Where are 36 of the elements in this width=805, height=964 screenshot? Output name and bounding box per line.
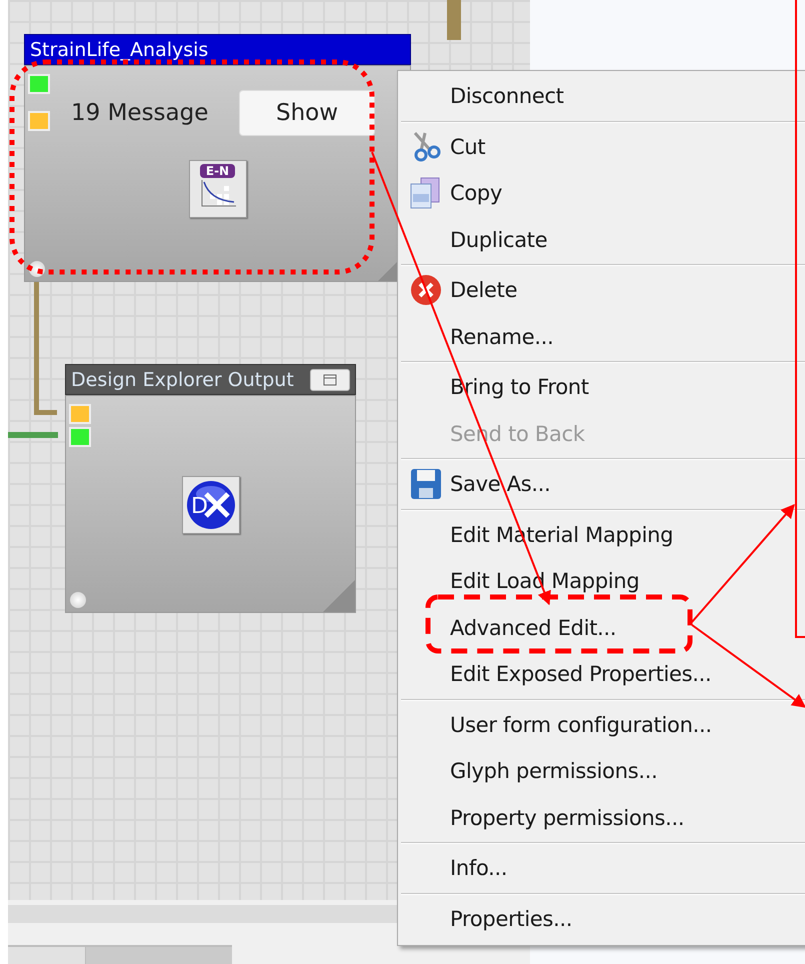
copy-icon [408, 176, 442, 210]
menu-item[interactable]: Disconnect [401, 73, 805, 120]
menu-item[interactable]: Rename... [401, 314, 805, 360]
menu-item[interactable]: Advanced Edit... [401, 604, 805, 651]
message-count: 19 Message [71, 100, 210, 126]
menu-item[interactable]: Property permissions... [401, 794, 805, 841]
port-square[interactable] [28, 111, 50, 131]
port-square[interactable] [69, 427, 91, 447]
delete-icon [410, 274, 442, 306]
menu-item[interactable]: Copy [401, 170, 805, 216]
strain-life-icon: E-N [188, 160, 246, 218]
node-title-bar[interactable]: StrainLife_Analysis [24, 34, 411, 65]
connection-wire [447, 0, 461, 40]
menu-item[interactable]: Info... [401, 845, 805, 892]
menu-item[interactable]: Duplicate [401, 216, 805, 263]
menu-item[interactable]: Properties... [401, 896, 805, 942]
menu-item[interactable]: Edit Exposed Properties... [401, 651, 805, 698]
menu-item[interactable]: Cut [401, 124, 805, 170]
minimize-button[interactable] [310, 368, 350, 390]
connection-wire [8, 432, 58, 438]
status-knob [70, 592, 86, 608]
node-title: Design Explorer Output [71, 368, 294, 390]
dx-logo-icon: D [182, 476, 240, 534]
panel-tab[interactable] [85, 947, 232, 964]
menu-item[interactable]: Delete [401, 267, 805, 314]
window-icon [323, 374, 337, 386]
resize-grip[interactable] [323, 580, 355, 612]
menu-item[interactable]: User form configuration... [401, 702, 805, 748]
node-title-bar[interactable]: Design Explorer Output [65, 364, 356, 395]
port-square[interactable] [69, 404, 91, 424]
panel-tab[interactable] [8, 947, 85, 964]
show-button[interactable]: Show [239, 90, 375, 136]
port-square[interactable] [28, 74, 50, 94]
menu-item[interactable]: Save As... [401, 461, 805, 508]
menu-item[interactable]: Glyph permissions... [401, 748, 805, 794]
node-title: StrainLife_Analysis [30, 38, 208, 60]
